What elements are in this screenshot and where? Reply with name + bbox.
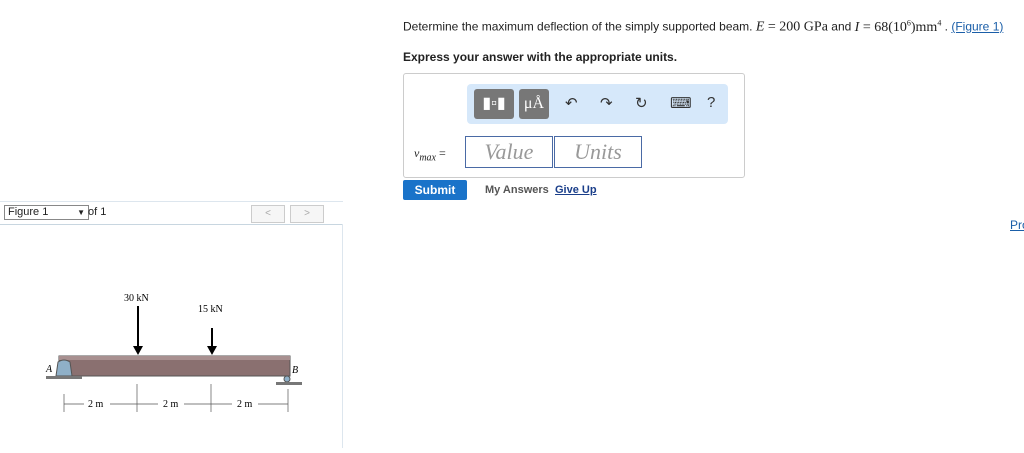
beam-flange: [59, 356, 290, 360]
prev-figure-button[interactable]: <: [251, 205, 285, 223]
equals: =: [436, 146, 446, 160]
give-up-link[interactable]: Give Up: [555, 184, 597, 196]
instruction: Express your answer with the appropriate…: [403, 50, 678, 64]
reset-icon[interactable]: ↻: [635, 94, 648, 112]
undo-icon[interactable]: ↶: [565, 94, 578, 112]
dim-label-2: 2 m: [163, 399, 179, 410]
modulus: E = 200 GPa: [755, 19, 828, 35]
next-figure-button[interactable]: >: [290, 205, 324, 223]
templates-button[interactable]: ▮▫▮: [474, 89, 514, 119]
arrowhead-1: [133, 346, 143, 355]
figure-select-value: Figure 1: [8, 206, 49, 218]
dropdown-icon: ▼: [77, 208, 85, 217]
dim-label-3: 2 m: [237, 399, 253, 410]
value-input[interactable]: Value: [465, 136, 553, 168]
submit-button[interactable]: Submit: [403, 180, 467, 200]
redo-icon[interactable]: ↷: [600, 94, 613, 112]
dim-label-1: 2 m: [88, 399, 104, 410]
ground-b: [276, 382, 302, 385]
answer-label: vmax =: [414, 146, 446, 163]
roller-support-b: [283, 375, 291, 383]
inertia: I = 68(106)mm4: [854, 18, 942, 35]
figure-link[interactable]: (Figure 1): [951, 20, 1003, 34]
answer-box: ▮▫▮ μÅ ↶ ↷ ↻ ⌨ ? vmax = Value Units: [403, 73, 745, 178]
and-text: and: [831, 19, 852, 34]
my-answers-link[interactable]: My Answers: [485, 184, 549, 196]
pro-link[interactable]: Pro: [1010, 218, 1024, 232]
load-label-1: 30 kN: [124, 293, 149, 304]
figure-select[interactable]: Figure 1 ▼: [4, 205, 89, 220]
math-toolbar: ▮▫▮ μÅ ↶ ↷ ↻ ⌨ ?: [467, 84, 728, 124]
templates-icon: ▮▫▮: [482, 95, 506, 112]
figure-header: Figure 1 ▼ of 1 < >: [0, 201, 343, 225]
beam-diagram: 30 kN 15 kN A B 2 m 2 m 2 m: [45, 293, 302, 412]
help-icon[interactable]: ?: [707, 94, 715, 111]
ground-a: [46, 376, 82, 379]
units-button[interactable]: μÅ: [519, 89, 549, 119]
question-body: Determine the maximum deflection of the …: [403, 19, 753, 34]
label-a: A: [45, 364, 53, 375]
units-input[interactable]: Units: [554, 136, 642, 168]
question-text: Determine the maximum deflection of the …: [403, 18, 1003, 36]
figure-count: of 1: [88, 206, 107, 218]
arrowhead-2: [207, 346, 217, 355]
pin-support-a: [55, 359, 73, 377]
keyboard-icon[interactable]: ⌨: [670, 94, 692, 112]
label-sub: max: [419, 152, 436, 164]
label-b: B: [292, 365, 298, 376]
figure-panel: 30 kN 15 kN A B 2 m 2 m 2 m: [0, 224, 343, 448]
load-label-2: 15 kN: [198, 304, 223, 315]
